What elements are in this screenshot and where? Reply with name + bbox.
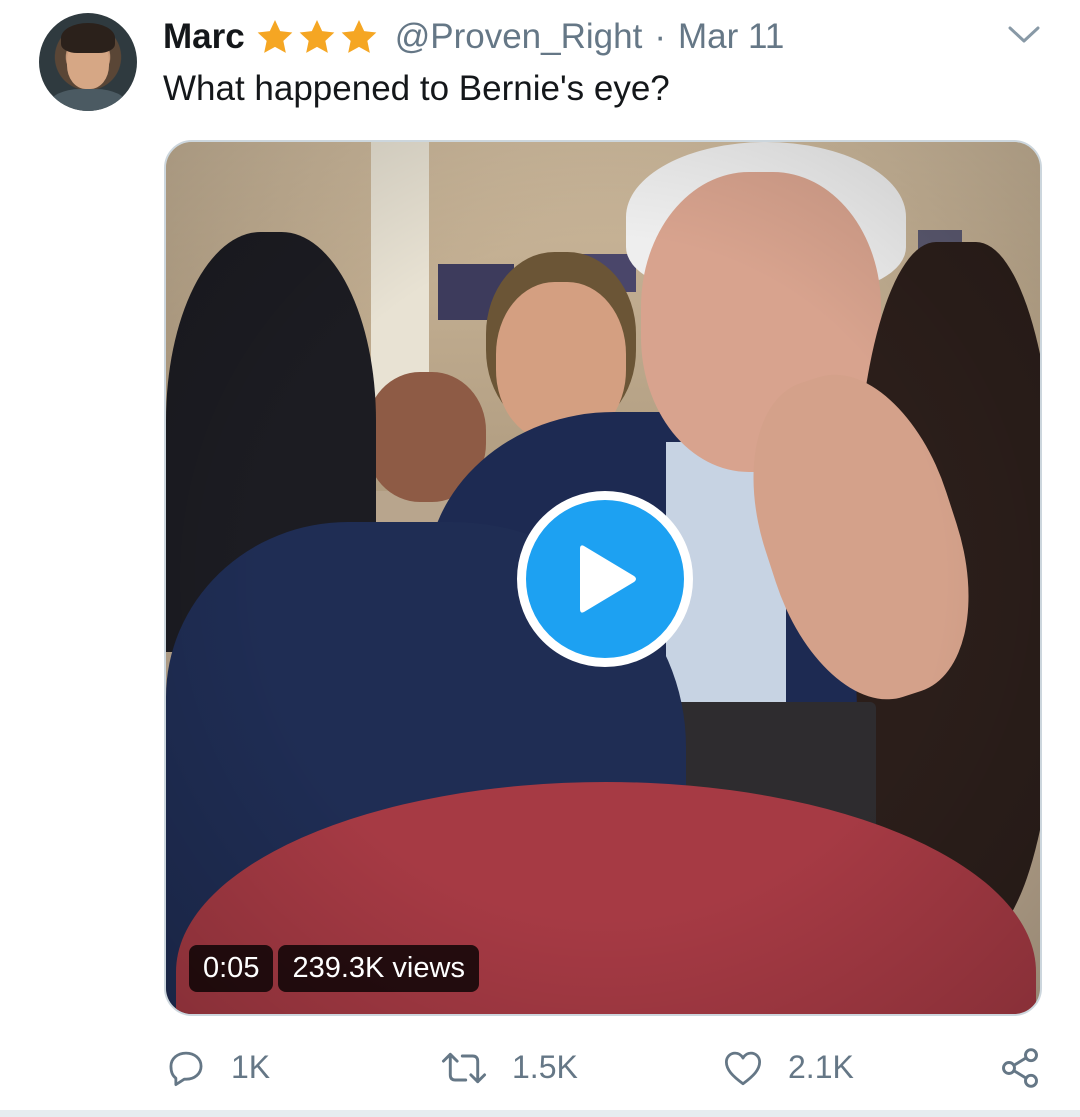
- user-handle[interactable]: @Proven_Right: [395, 17, 643, 57]
- share-icon: [1002, 1047, 1038, 1088]
- chevron-down-icon[interactable]: [1006, 22, 1042, 46]
- like-count: 2.1K: [788, 1049, 854, 1085]
- reply-button[interactable]: 1K: [165, 1040, 270, 1095]
- tweet[interactable]: Marc @Proven_Right · Mar 11 What happene…: [0, 0, 1080, 1110]
- video-player[interactable]: 0:05 239.3K views: [164, 140, 1042, 1016]
- video-duration: 0:05: [189, 945, 274, 992]
- star-icon: [299, 20, 335, 53]
- share-button[interactable]: [998, 1040, 1042, 1095]
- tweet-header: Marc @Proven_Right · Mar 11: [163, 14, 784, 60]
- retweet-count: 1.5K: [512, 1049, 578, 1085]
- retweet-icon: [441, 1052, 487, 1083]
- avatar[interactable]: [39, 13, 137, 111]
- like-icon: [724, 1051, 762, 1085]
- star-icon: [257, 20, 293, 53]
- star-icon: [341, 20, 377, 53]
- reply-count: 1K: [231, 1049, 271, 1085]
- star-emojis: [255, 17, 379, 57]
- reply-icon: [169, 1051, 203, 1086]
- separator-dot: ·: [654, 17, 666, 56]
- display-name[interactable]: Marc: [163, 17, 245, 57]
- video-badges: 0:05 239.3K views: [189, 945, 479, 992]
- tweet-actions: 1K 1.5K 2.1K: [0, 1040, 1080, 1095]
- tweet-text: What happened to Bernie's eye?: [163, 69, 670, 108]
- avatar-shirt: [49, 89, 127, 111]
- like-button[interactable]: 2.1K: [722, 1040, 854, 1095]
- play-button[interactable]: [517, 491, 693, 667]
- video-views: 239.3K views: [278, 945, 479, 992]
- avatar-hair: [61, 23, 115, 53]
- tweet-date[interactable]: Mar 11: [678, 17, 784, 57]
- divider: [0, 1110, 1080, 1117]
- play-icon: [580, 545, 636, 613]
- retweet-button[interactable]: 1.5K: [440, 1040, 578, 1095]
